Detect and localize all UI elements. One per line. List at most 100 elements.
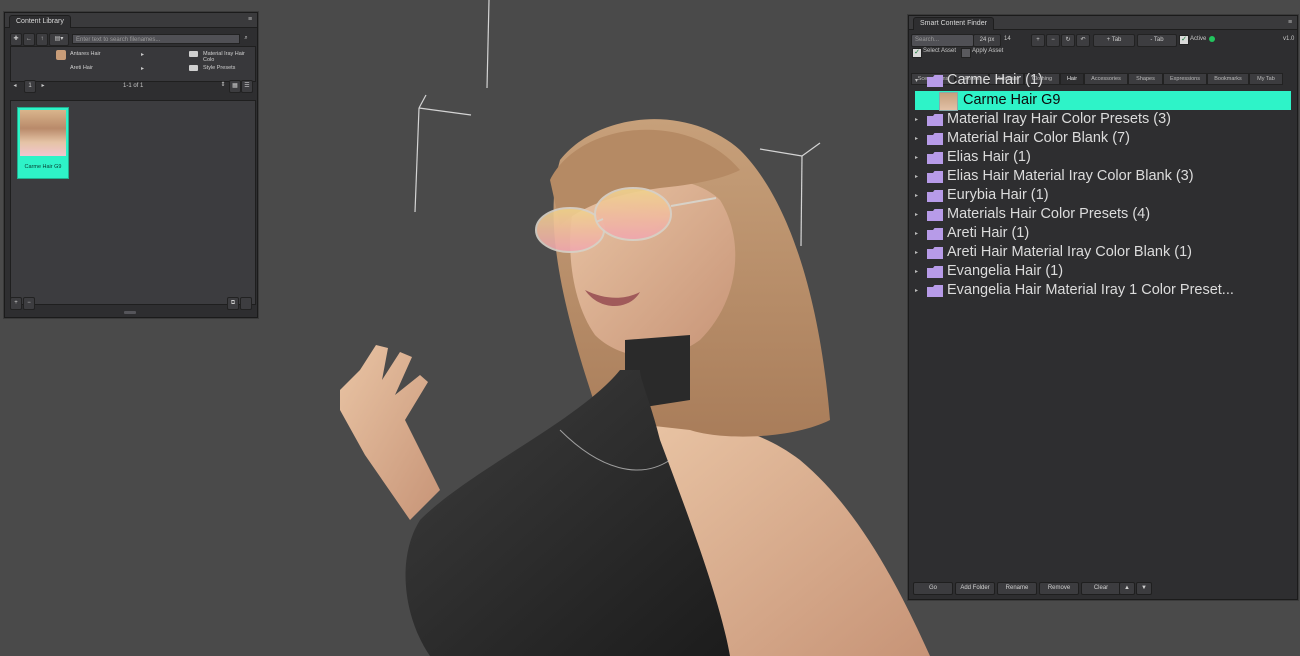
asset-preview-image: [20, 110, 66, 156]
select-asset-checkbox[interactable]: ✓: [912, 48, 922, 58]
folder-icon: [927, 247, 943, 259]
grid-view-icon[interactable]: ▦: [229, 80, 241, 93]
asset-thumbnail[interactable]: Carme Hair G9: [17, 107, 69, 179]
options-icon[interactable]: [240, 297, 252, 310]
tree-row[interactable]: ▸ Evangelia Hair Material Iray 1 Color P…: [909, 281, 1285, 300]
collapsed-arrow-icon[interactable]: ▸: [915, 111, 918, 130]
panel-menu-icon[interactable]: ≡: [246, 15, 254, 24]
count-value: 14: [1004, 36, 1011, 42]
expand-arrow-icon[interactable]: ▸: [141, 51, 144, 58]
tree-item[interactable]: Style Presets: [203, 65, 235, 71]
collapsed-arrow-icon[interactable]: ▸: [915, 206, 918, 225]
collapsed-arrow-icon[interactable]: ▸: [915, 187, 918, 206]
collapsed-arrow-icon[interactable]: ▸: [915, 225, 918, 244]
clear-button[interactable]: Clear: [1081, 582, 1121, 595]
content-search-input[interactable]: Enter text to search filenames...: [72, 34, 240, 44]
tree-row-label: Evangelia Hair Material Iray 1 Color Pre…: [947, 282, 1234, 298]
apply-asset-checkbox[interactable]: [961, 48, 971, 58]
active-checkbox[interactable]: ✓: [1179, 35, 1189, 45]
undo-icon[interactable]: ↶: [1076, 34, 1090, 47]
finder-search-input[interactable]: Search...: [911, 34, 974, 47]
collapsed-arrow-icon[interactable]: ▸: [915, 244, 918, 263]
tree-row[interactable]: ▸ Areti Hair Material Iray Color Blank (…: [909, 243, 1285, 262]
tab-smart-content-finder[interactable]: Smart Content Finder: [913, 17, 994, 30]
tree-row[interactable]: ▸ Materials Hair Color Presets (4): [909, 205, 1285, 224]
remove-button[interactable]: Remove: [1039, 582, 1079, 595]
remove-icon[interactable]: −: [23, 297, 35, 310]
add-icon[interactable]: ✚: [10, 33, 22, 46]
tree-row[interactable]: ▸ Elias Hair (1): [909, 148, 1285, 167]
content-library-tabbar: Content Library ≡: [5, 13, 257, 28]
collapsed-arrow-icon[interactable]: ▸: [915, 149, 918, 168]
tree-row[interactable]: ▸ Material Hair Color Blank (7): [909, 129, 1285, 148]
rename-button[interactable]: Rename: [997, 582, 1037, 595]
tree-item[interactable]: Areti Hair: [70, 65, 93, 71]
go-button[interactable]: Go: [913, 582, 953, 595]
asset-preview-icon: [939, 92, 958, 111]
select-asset-label: Select Asset: [923, 48, 957, 54]
pager-text: 1-1 of 1: [123, 83, 144, 89]
minus-icon[interactable]: −: [1046, 34, 1060, 47]
tree-row[interactable]: ▸ Elias Hair Material Iray Color Blank (…: [909, 167, 1285, 186]
add-icon[interactable]: +: [10, 297, 22, 310]
add-folder-button[interactable]: Add Folder: [955, 582, 995, 595]
tree-item[interactable]: Antares Hair: [70, 51, 101, 57]
collapsed-arrow-icon[interactable]: ▸: [915, 130, 918, 149]
tree-item[interactable]: Material Iray Hair Colo: [203, 51, 255, 63]
panel-menu-icon[interactable]: ≡: [1286, 18, 1294, 27]
active-status-dot: [1209, 36, 1215, 42]
smart-content-finder-tabbar: Smart Content Finder ≡: [909, 16, 1297, 30]
tree-row-label: Carme Hair (1): [947, 72, 1043, 88]
icon-size-select[interactable]: 24 px: [973, 34, 1001, 47]
content-tree[interactable]: Antares Hair Areti Hair ▸ ▸ Material Ira…: [10, 46, 256, 82]
sort-icon[interactable]: ⇕: [219, 80, 227, 91]
page-number[interactable]: 1: [24, 80, 36, 93]
copy-icon[interactable]: ⧉: [227, 297, 239, 310]
folder-icon: [927, 133, 943, 145]
expand-arrow-icon[interactable]: ▸: [141, 65, 144, 72]
version-label: v1.0: [1283, 36, 1295, 42]
list-view-icon[interactable]: ☰: [241, 80, 253, 93]
tree-row[interactable]: ▾ Carme Hair (1): [909, 71, 1285, 90]
folder-icon: [927, 190, 943, 202]
collapsed-arrow-icon[interactable]: ▸: [915, 263, 918, 282]
refresh-icon[interactable]: ↻: [1061, 34, 1075, 47]
expanded-arrow-icon[interactable]: ▾: [915, 72, 918, 91]
folder-icon: [927, 171, 943, 183]
tree-row-label: Elias Hair (1): [947, 149, 1031, 165]
folder-dropdown-icon[interactable]: ▤▾: [49, 33, 69, 46]
avatar: [56, 50, 66, 60]
resize-grip[interactable]: [124, 311, 136, 314]
move-up-icon[interactable]: ▲: [1119, 582, 1135, 595]
smart-content-finder-panel: Smart Content Finder ≡ Search... 24 px 1…: [908, 15, 1298, 600]
tree-row-label: Material Iray Hair Color Presets (3): [947, 111, 1171, 127]
tree-row[interactable]: ▸ Areti Hair (1): [909, 224, 1285, 243]
tree-row-label: Areti Hair (1): [947, 225, 1030, 241]
folder-icon: [927, 228, 943, 240]
selected-asset-row[interactable]: Carme Hair G9: [915, 91, 1291, 111]
back-icon[interactable]: ←: [23, 33, 35, 46]
content-library-panel: Content Library ≡ ✚ ← ↑ ▤▾ Enter text to…: [4, 12, 258, 318]
tree-row[interactable]: ▸ Eurybia Hair (1): [909, 186, 1285, 205]
content-grid: Carme Hair G9: [10, 100, 256, 305]
prev-page-icon[interactable]: ◂: [10, 81, 20, 92]
apply-asset-label: Apply Asset: [972, 48, 1004, 54]
move-down-icon[interactable]: ▼: [1136, 582, 1152, 595]
tree-row-label: Evangelia Hair (1): [947, 263, 1064, 279]
search-icon[interactable]: ⌕: [241, 33, 251, 44]
tree-row[interactable]: ▸ Material Iray Hair Color Presets (3): [909, 110, 1285, 129]
tree-row-label: Eurybia Hair (1): [947, 187, 1049, 203]
plus-icon[interactable]: +: [1031, 34, 1045, 47]
add-tab-button[interactable]: + Tab: [1093, 34, 1135, 47]
collapsed-arrow-icon[interactable]: ▸: [915, 282, 918, 301]
selected-asset-label: Carme Hair G9: [963, 92, 1061, 108]
next-page-icon[interactable]: ▸: [38, 81, 48, 92]
folder-icon: [189, 51, 198, 57]
up-icon[interactable]: ↑: [36, 33, 48, 46]
tab-content-library[interactable]: Content Library: [9, 15, 71, 28]
folder-icon: [927, 152, 943, 164]
remove-tab-button[interactable]: - Tab: [1137, 34, 1177, 47]
collapsed-arrow-icon[interactable]: ▸: [915, 168, 918, 187]
folder-icon: [927, 285, 943, 297]
tree-row[interactable]: ▸ Evangelia Hair (1): [909, 262, 1285, 281]
